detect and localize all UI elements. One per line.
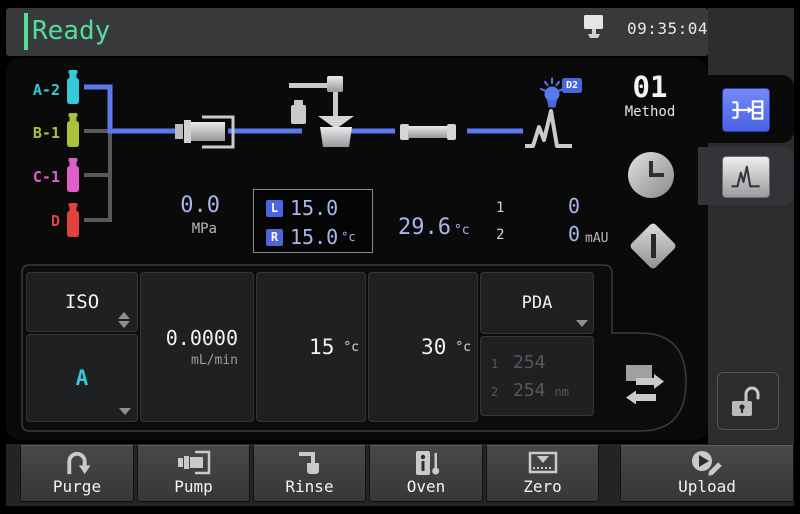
oven-temp-setpoint-unit: °c bbox=[455, 340, 471, 355]
oven-temp-field[interactable]: 30 °c bbox=[368, 272, 478, 422]
wavelength-row-1: 1 254 bbox=[491, 352, 593, 373]
sampler-temp-row-right: R 15.0 °c bbox=[266, 225, 356, 249]
detector-ch2-value: 0 bbox=[545, 222, 580, 246]
right-temp-value: 15.0 bbox=[290, 225, 338, 249]
status-text: Ready bbox=[32, 16, 110, 46]
method-number: 01 bbox=[622, 70, 678, 104]
oven-icon bbox=[411, 450, 441, 476]
valve-button[interactable] bbox=[629, 222, 677, 270]
remote-monitor-icon bbox=[583, 14, 605, 40]
bottle-icon-d bbox=[64, 203, 82, 237]
swap-arrows-icon bbox=[626, 365, 664, 405]
oven-button[interactable]: Oven bbox=[369, 445, 483, 502]
flow-rate-value: 0.0000 bbox=[166, 326, 238, 350]
oven-temp-setpoint: 30 bbox=[421, 335, 446, 359]
upload-icon bbox=[689, 450, 725, 477]
pump-pressure-unit: MPa bbox=[155, 221, 217, 237]
detector-unit: mAU bbox=[585, 231, 608, 246]
oven-temp-unit: °c bbox=[454, 223, 470, 238]
left-temp-value: 15.0 bbox=[290, 196, 338, 220]
wavelength-row-2: 2 254 nm bbox=[491, 380, 593, 401]
clock-time: 09:35:04 bbox=[627, 19, 708, 38]
mode-spinner-down-icon[interactable] bbox=[118, 321, 130, 328]
detector-dropdown-icon[interactable] bbox=[576, 320, 588, 327]
wavelength-value-1: 254 bbox=[513, 352, 546, 373]
chromatogram-tab-icon[interactable] bbox=[722, 156, 770, 198]
unlock-button[interactable] bbox=[717, 372, 779, 430]
wavelength-ch1: 1 bbox=[491, 357, 505, 371]
oven-temp-value: 29.6 bbox=[398, 215, 451, 240]
upload-button[interactable]: Upload bbox=[620, 445, 794, 502]
bottle-label-b: B-1 bbox=[16, 124, 60, 142]
flow-diagram-tab-icon[interactable] bbox=[722, 88, 770, 132]
sampler-temp-setpoint: 15 bbox=[309, 335, 334, 359]
mode-spinner-up-icon[interactable] bbox=[118, 312, 130, 319]
oven-temp-reading: 29.6°c bbox=[398, 215, 470, 240]
bottle-icon-b bbox=[64, 113, 82, 147]
pump-button[interactable]: Pump bbox=[137, 445, 250, 502]
status-cursor bbox=[24, 13, 28, 50]
flow-rate-unit: mL/min bbox=[191, 353, 238, 368]
pump-mode-value: ISO bbox=[65, 291, 99, 313]
d2-lamp-badge: D2 bbox=[562, 78, 582, 93]
swap-screen-button[interactable] bbox=[620, 358, 670, 408]
wavelength-field[interactable]: 1 254 2 254 nm bbox=[480, 336, 594, 416]
right-chip: R bbox=[266, 229, 283, 246]
time-program-button[interactable] bbox=[628, 152, 674, 198]
zero-button[interactable]: Zero bbox=[486, 445, 599, 502]
pump-pressure-value: 0.0 bbox=[155, 193, 220, 218]
right-temp-unit: °c bbox=[341, 230, 355, 244]
wavelength-ch2: 2 bbox=[491, 385, 505, 399]
sampler-temp-field[interactable]: 15 °c bbox=[256, 272, 366, 422]
detector-type: PDA bbox=[522, 293, 553, 313]
bottle-label-d: D bbox=[16, 212, 60, 230]
sampler-temp-setpoint-unit: °c bbox=[343, 340, 359, 355]
method-label: Method bbox=[616, 104, 684, 120]
sampler-temp-row-left: L 15.0 bbox=[266, 196, 341, 220]
bottle-icon-c bbox=[64, 158, 82, 192]
solvent-value: A bbox=[76, 366, 89, 390]
purge-icon bbox=[61, 450, 93, 477]
detector-ch1-value: 0 bbox=[545, 194, 580, 218]
bottle-label-c: C-1 bbox=[16, 168, 60, 186]
wavelength-unit-2: nm bbox=[555, 385, 569, 399]
open-padlock-icon bbox=[731, 384, 765, 418]
wavelength-value-2: 254 bbox=[513, 380, 546, 401]
sampler-temp-box: L 15.0 R 15.0 °c bbox=[253, 189, 373, 253]
left-chip: L bbox=[266, 200, 283, 217]
rinse-icon bbox=[296, 450, 324, 476]
solvent-dropdown-icon[interactable] bbox=[119, 408, 131, 415]
instrument-screen: Ready 09:35:04 bbox=[0, 0, 800, 514]
detector-ch2-label: 2 bbox=[496, 227, 504, 243]
pump-button-icon bbox=[177, 450, 211, 475]
bottle-icon-a bbox=[64, 70, 82, 104]
detector-ch1-label: 1 bbox=[496, 200, 504, 216]
rinse-button[interactable]: Rinse bbox=[253, 445, 366, 502]
purge-button[interactable]: Purge bbox=[20, 445, 134, 502]
zero-icon bbox=[527, 450, 559, 476]
bottle-label-a: A-2 bbox=[16, 81, 60, 99]
flow-rate-field[interactable]: 0.0000 mL/min bbox=[140, 272, 254, 422]
